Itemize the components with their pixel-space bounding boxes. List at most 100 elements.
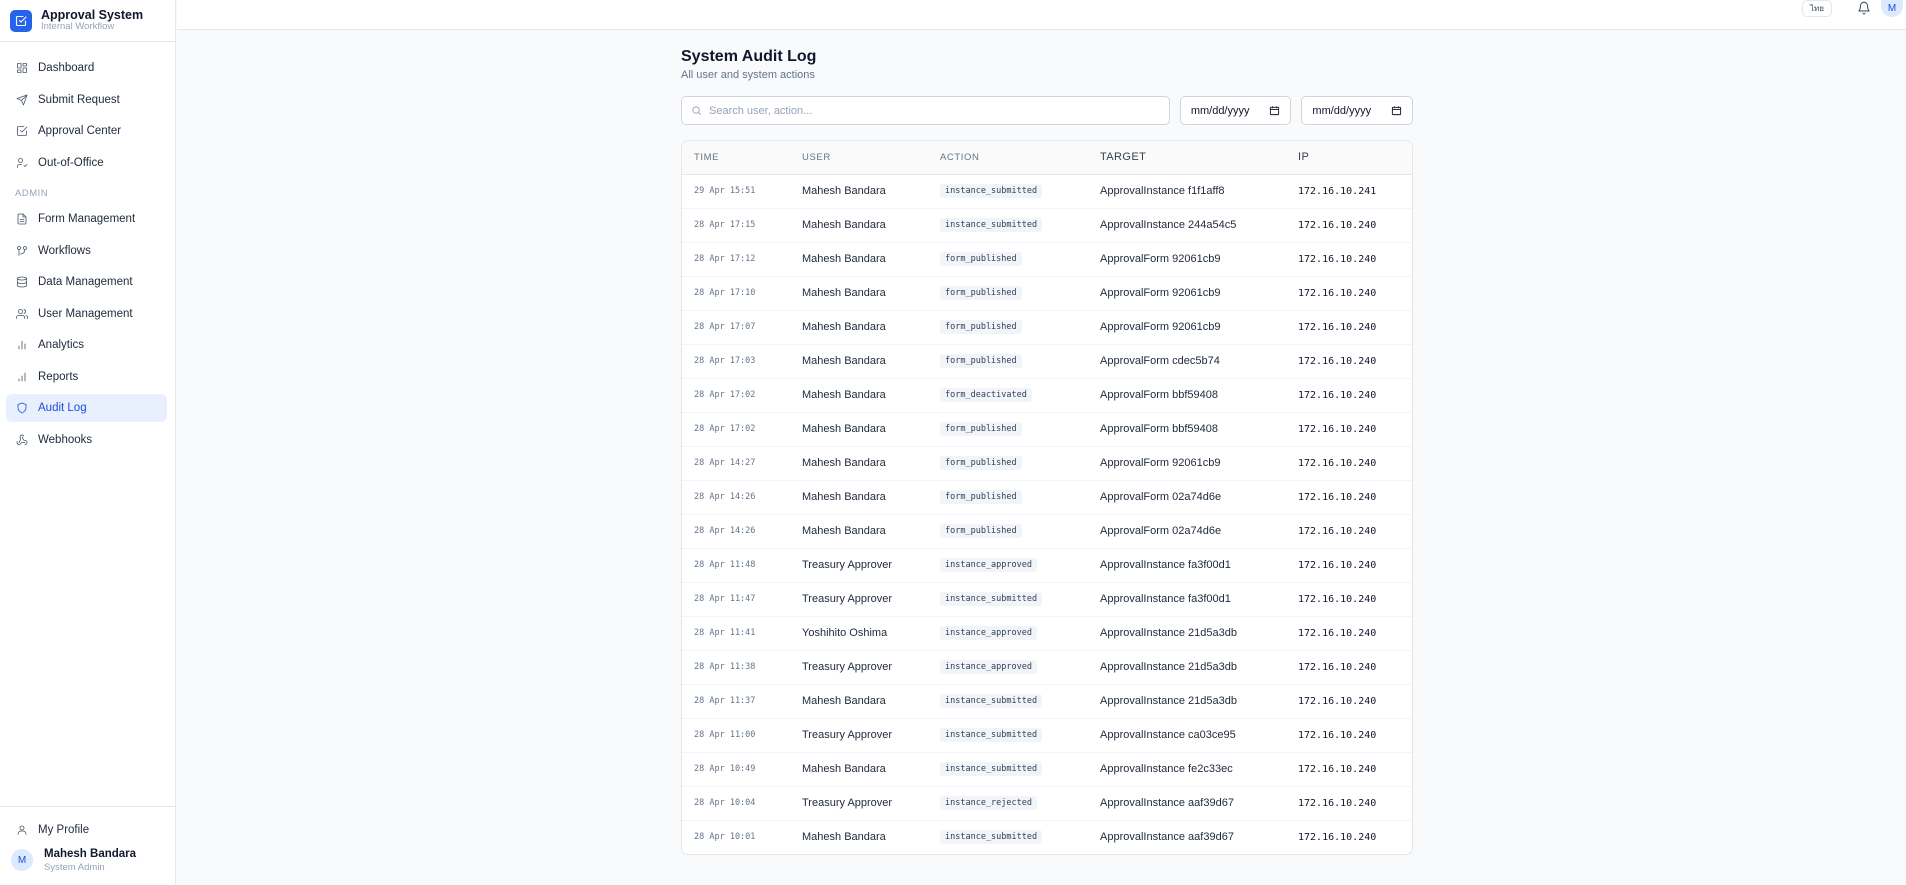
column-header-time[interactable]: TIME xyxy=(682,141,790,175)
sidebar-item-user-management[interactable]: User Management xyxy=(6,300,167,328)
action-cell: instance_submitted xyxy=(928,752,1088,787)
sidebar-item-label: Reports xyxy=(38,370,79,383)
date-to-input[interactable]: mm/dd/yyyy xyxy=(1301,96,1413,125)
user-name: Mahesh Bandara xyxy=(44,848,137,860)
user-cell: Mahesh Bandara xyxy=(790,344,928,379)
table-row[interactable]: 28 Apr 11:37 Mahesh Bandara instance_submi… xyxy=(682,684,1412,719)
user-cell: Mahesh Bandara xyxy=(790,276,928,311)
sidebar-item-label: Data Management xyxy=(38,276,133,288)
search-input[interactable] xyxy=(709,104,1149,117)
action-cell: instance_approved xyxy=(928,650,1088,685)
table-row[interactable]: 28 Apr 11:41 Yoshihito Oshima instance_app… xyxy=(682,616,1412,651)
current-user-card[interactable]: M Mahesh Bandara System Admin xyxy=(0,848,176,873)
table-row[interactable]: 28 Apr 17:10 Mahesh Bandara form_published… xyxy=(682,276,1412,311)
sidebar-item-dashboard[interactable]: Dashboard xyxy=(6,54,167,82)
time-cell: 28 Apr 11:47 xyxy=(682,582,790,617)
sidebar-item-webhooks[interactable]: Webhooks xyxy=(6,426,167,454)
ip-cell: 172.16.10.240 xyxy=(1286,718,1412,753)
ip-cell: 172.16.10.240 xyxy=(1286,378,1412,413)
target-cell: ApprovalInstance aaf39d67 xyxy=(1088,786,1286,821)
sidebar-item-audit-log[interactable]: Audit Log xyxy=(6,394,167,422)
sidebar-item-label: Analytics xyxy=(38,339,85,351)
column-header-ip[interactable]: IP xyxy=(1286,141,1412,175)
sidebar-item-reports[interactable]: Reports xyxy=(6,363,167,391)
time-cell: 28 Apr 11:41 xyxy=(682,616,790,651)
page-title: System Audit Log xyxy=(681,48,817,65)
user-icon xyxy=(17,825,27,835)
user-cell: Treasury Approver xyxy=(790,650,928,685)
ip-cell: 172.16.10.240 xyxy=(1286,684,1412,719)
action-badge: instance_submitted xyxy=(940,592,1043,606)
user-away-icon xyxy=(17,157,28,168)
action-cell: instance_submitted xyxy=(928,718,1088,753)
table-row[interactable]: 28 Apr 17:03 Mahesh Bandara form_published… xyxy=(682,344,1412,379)
sidebar-item-label: Dashboard xyxy=(38,62,95,74)
column-header-user[interactable]: USER xyxy=(790,141,928,175)
table-row[interactable]: 28 Apr 14:26 Mahesh Bandara form_published… xyxy=(682,480,1412,515)
ip-cell: 172.16.10.240 xyxy=(1286,480,1412,515)
column-header-action[interactable]: ACTION xyxy=(928,141,1088,175)
ip-cell: 172.16.10.240 xyxy=(1286,208,1412,243)
time-cell: 29 Apr 15:51 xyxy=(682,174,790,209)
table-header-row: TIME USER ACTION TARGET IP xyxy=(682,141,1412,175)
time-cell: 28 Apr 17:03 xyxy=(682,344,790,379)
action-cell: form_deactivated xyxy=(928,378,1088,413)
time-cell: 28 Apr 10:04 xyxy=(682,786,790,821)
action-cell: form_published xyxy=(928,344,1088,379)
column-header-target[interactable]: TARGET xyxy=(1088,141,1286,175)
ip-cell: 172.16.10.240 xyxy=(1286,786,1412,821)
table-row[interactable]: 28 Apr 10:04 Treasury Approver instance_re… xyxy=(682,786,1412,821)
user-cell: Mahesh Bandara xyxy=(790,446,928,481)
date-to-placeholder: mm/dd/yyyy xyxy=(1312,104,1372,117)
page-subtitle: All user and system actions xyxy=(681,69,815,81)
time-cell: 28 Apr 11:38 xyxy=(682,650,790,685)
sidebar-item-analytics[interactable]: Analytics xyxy=(6,331,167,359)
language-button[interactable]: ไทย xyxy=(1802,0,1832,17)
user-cell: Treasury Approver xyxy=(790,718,928,753)
target-cell: ApprovalInstance 21d5a3db xyxy=(1088,616,1286,651)
brand[interactable]: Approval System Internal Workflow xyxy=(0,0,175,42)
user-cell: Mahesh Bandara xyxy=(790,208,928,243)
target-cell: ApprovalForm cdec5b74 xyxy=(1088,344,1286,379)
bell-icon[interactable] xyxy=(1857,1,1871,15)
table-row[interactable]: 28 Apr 11:47 Treasury Approver instance_su… xyxy=(682,582,1412,617)
sidebar-item-my-profile[interactable]: My Profile xyxy=(6,816,168,844)
sidebar-item-workflows[interactable]: Workflows xyxy=(6,237,167,265)
table-row[interactable]: 28 Apr 14:27 Mahesh Bandara form_published… xyxy=(682,446,1412,481)
table-row[interactable]: 28 Apr 17:12 Mahesh Bandara form_published… xyxy=(682,242,1412,277)
table-row[interactable]: 28 Apr 17:02 Mahesh Bandara form_published… xyxy=(682,412,1412,447)
sidebar-item-approval-center[interactable]: Approval Center xyxy=(6,117,167,145)
target-cell: ApprovalInstance f1f1aff8 xyxy=(1088,174,1286,209)
sidebar-item-label: Form Management xyxy=(38,213,136,225)
action-badge: form_published xyxy=(940,320,1022,334)
sidebar-item-submit-request[interactable]: Submit Request xyxy=(6,86,167,114)
user-cell: Mahesh Bandara xyxy=(790,412,928,447)
target-cell: ApprovalInstance aaf39d67 xyxy=(1100,831,1234,844)
calendar-icon[interactable] xyxy=(1269,105,1280,116)
target-cell: ApprovalForm 92061cb9 xyxy=(1088,276,1286,311)
send-icon xyxy=(16,94,28,105)
user-cell: Treasury Approver xyxy=(790,582,928,617)
action-cell: instance_submitted xyxy=(928,582,1088,617)
date-from-input[interactable]: mm/dd/yyyy xyxy=(1179,96,1292,125)
table-row[interactable]: 28 Apr 11:00 Treasury Approver instance_su… xyxy=(682,718,1412,753)
table-row[interactable]: 28 Apr 17:07 Mahesh Bandara form_published… xyxy=(682,310,1412,345)
table-row[interactable]: 28 Apr 17:02 Mahesh Bandara form_deactivat… xyxy=(682,378,1412,413)
avatar[interactable]: M xyxy=(1881,0,1903,17)
target-cell: ApprovalForm 02a74d6e xyxy=(1088,514,1286,549)
table-row[interactable]: 28 Apr 11:48 Treasury Approver instance_ap… xyxy=(682,548,1412,583)
sidebar-item-out-of-office[interactable]: Out-of-Office xyxy=(6,149,167,177)
table-row[interactable]: 28 Apr 11:38 Treasury Approver instance_ap… xyxy=(682,650,1412,685)
calendar-icon[interactable] xyxy=(1391,105,1402,116)
target-cell: ApprovalForm bbf59408 xyxy=(1088,378,1286,413)
action-cell: form_published xyxy=(928,412,1088,447)
sidebar-item-form-management[interactable]: Form Management xyxy=(6,205,167,233)
table-row[interactable]: 28 Apr 14:26 Mahesh Bandara form_published… xyxy=(682,514,1412,549)
sidebar-item-data-management[interactable]: Data Management xyxy=(6,268,167,296)
time-cell: 28 Apr 17:02 xyxy=(682,378,790,413)
table-row[interactable]: 28 Apr 10:49 Mahesh Bandara instance_submi… xyxy=(682,752,1412,787)
table-row[interactable]: 29 Apr 15:51 Mahesh Bandara instance_submi… xyxy=(682,174,1412,209)
table-row[interactable]: 28 Apr 17:15 Mahesh Bandara instance_submi… xyxy=(682,208,1412,243)
table-row[interactable]: 28 Apr 10:01 Mahesh Bandara instance_submi… xyxy=(682,820,1412,854)
user-cell: Mahesh Bandara xyxy=(790,242,928,277)
